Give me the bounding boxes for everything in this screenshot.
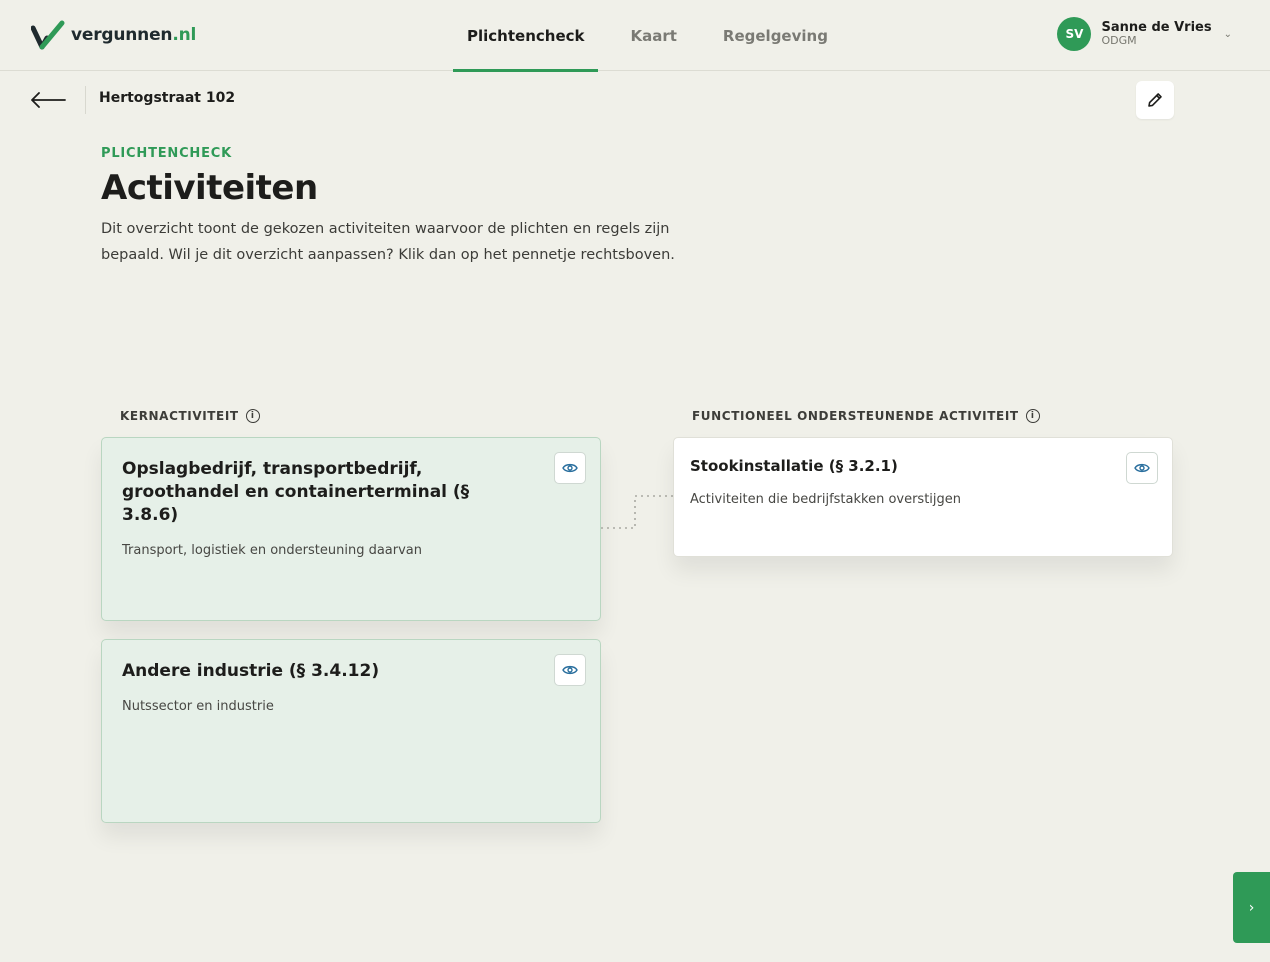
activity-title: Andere industrie (§ 3.4.12) [122,661,380,681]
logo-text: vergunnen.nl [71,25,197,45]
chevron-down-icon[interactable]: ⌄ [1224,29,1232,40]
activity-title: Stookinstallatie (§ 3.2.1) [690,457,898,475]
arrow-left-icon [31,92,66,108]
activity-description: Activiteiten die bedrijfstakken overstij… [690,492,962,507]
activity-card: Stookinstallatie (§ 3.2.1) Activiteiten … [673,437,1173,557]
vergunnen-logo[interactable]: vergunnen.nl [31,20,196,50]
info-icon[interactable]: i [1025,409,1040,423]
top-navigation-bar: vergunnen.nl Plichtencheck Kaart Regelge… [0,0,1270,72]
activity-card: Andere industrie (§ 3.4.12) Nutssector e… [101,639,601,823]
back-button[interactable] [30,86,70,114]
activity-description: Transport, logistiek en ondersteuning da… [122,543,423,558]
view-button[interactable] [554,452,586,484]
core-activity-label: KERNACTIVITEIT i [120,409,260,423]
avatar: SV [1057,17,1092,51]
tab-kaart[interactable]: Kaart [616,0,690,71]
edit-button[interactable] [1136,81,1174,119]
logo-check-icon [31,20,65,50]
page-eyebrow: PLICHTENCHECK [101,146,233,161]
divider [85,86,86,114]
page-intro: Dit overzicht toont de gekozen activitei… [101,221,675,263]
support-activity-label: FUNCTIONEEL ONDERSTEUNENDE ACTIVITEIT i [692,409,1040,423]
user-organisation: ODGM [1101,34,1137,48]
view-button[interactable] [1126,452,1158,484]
main-tabs: Plichtencheck Kaart Regelgeving [453,0,860,72]
info-icon[interactable]: i [245,409,260,423]
tab-plichtencheck[interactable]: Plichtencheck [453,0,599,72]
core-activity-label-text: KERNACTIVITEIT [120,409,239,423]
user-info: Sanne de Vries ODGM [1101,19,1212,48]
user-name: Sanne de Vries [1101,19,1212,35]
support-activity-label-text: FUNCTIONEEL ONDERSTEUNENDE ACTIVITEIT [692,409,1019,423]
tab-regelgeving[interactable]: Regelgeving [709,0,842,71]
connector-line [601,495,673,529]
activity-description: Nutssector en industrie [122,699,274,714]
address-title: Hertogstraat 102 [99,90,236,106]
chevron-right-icon: › [1248,899,1255,916]
eye-icon [562,463,578,473]
next-button[interactable]: › [1233,872,1270,943]
activity-card: Opslagbedrijf, transportbedrijf, grootha… [101,437,601,621]
view-button[interactable] [554,654,586,686]
user-menu[interactable]: SV Sanne de Vries ODGM ⌄ [1057,17,1232,51]
eye-icon [1134,463,1150,473]
eye-icon [562,665,578,675]
pencil-icon [1148,93,1162,107]
page-title: Activiteiten [101,168,318,208]
activity-title: Opslagbedrijf, transportbedrijf, grootha… [122,459,470,525]
